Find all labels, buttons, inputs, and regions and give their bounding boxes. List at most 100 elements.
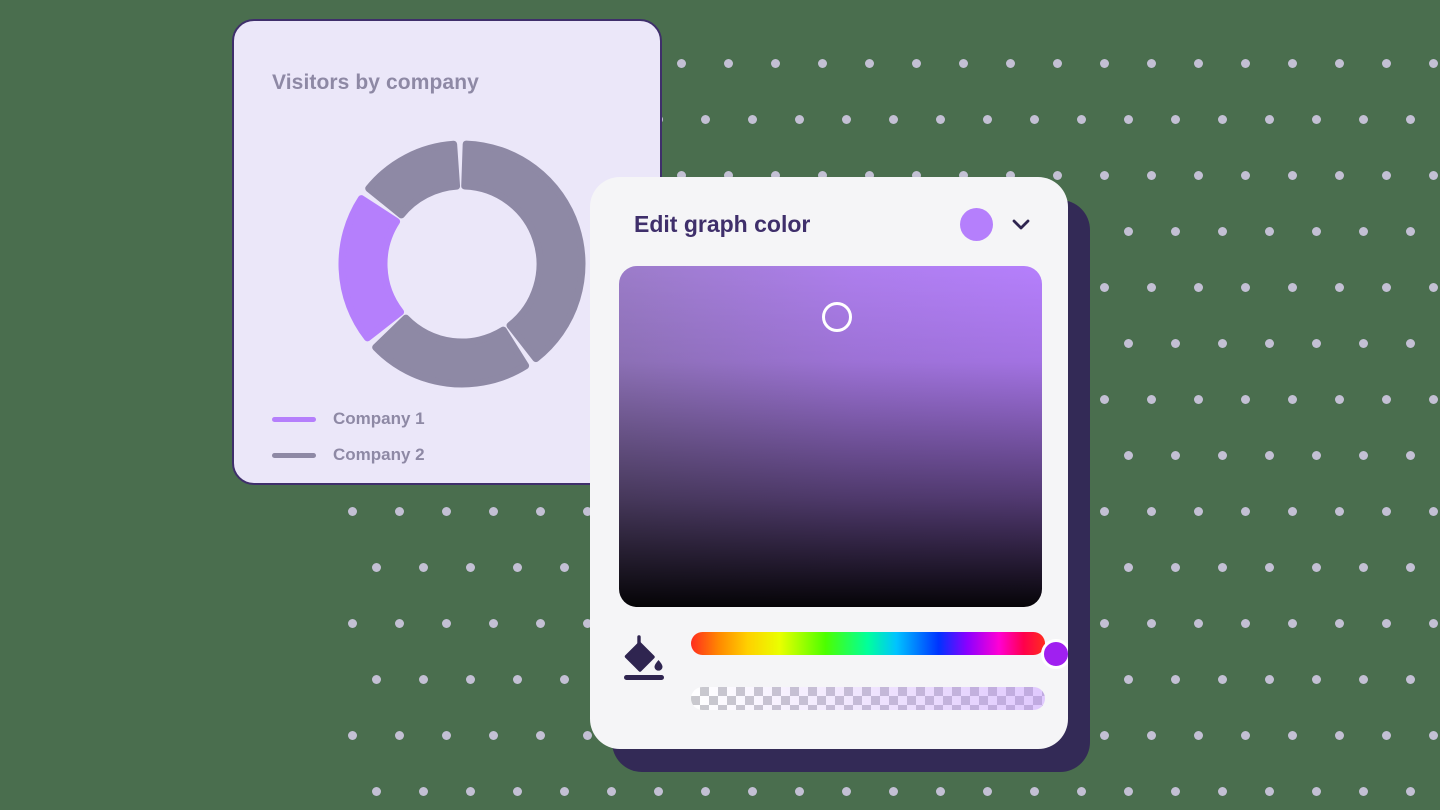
background-dot bbox=[1100, 171, 1109, 180]
background-dot bbox=[1171, 227, 1180, 236]
background-dot bbox=[1124, 787, 1133, 796]
background-dot bbox=[560, 787, 569, 796]
background-dot bbox=[1312, 675, 1321, 684]
background-dot bbox=[489, 731, 498, 740]
background-dot bbox=[442, 731, 451, 740]
background-dot bbox=[1030, 115, 1039, 124]
hue-slider-handle[interactable] bbox=[1041, 639, 1068, 669]
background-dot bbox=[1335, 283, 1344, 292]
paint-bucket-icon[interactable] bbox=[622, 633, 668, 683]
background-dot bbox=[1335, 507, 1344, 516]
background-dot bbox=[842, 115, 851, 124]
background-dot bbox=[1406, 675, 1415, 684]
background-dot bbox=[395, 507, 404, 516]
dot-row bbox=[372, 783, 1440, 796]
background-dot bbox=[1100, 59, 1109, 68]
paint-bucket-glyph bbox=[624, 635, 664, 680]
background-dot bbox=[1218, 451, 1227, 460]
donut-segment[interactable] bbox=[461, 140, 586, 363]
background-dot bbox=[1312, 227, 1321, 236]
background-dot bbox=[1100, 507, 1109, 516]
background-dot bbox=[1147, 395, 1156, 404]
saturation-value-field[interactable] bbox=[619, 266, 1042, 607]
background-dot bbox=[1241, 395, 1250, 404]
background-dot bbox=[1335, 731, 1344, 740]
background-dot bbox=[1100, 731, 1109, 740]
background-dot bbox=[1124, 451, 1133, 460]
background-dot bbox=[1406, 563, 1415, 572]
background-dot bbox=[1335, 171, 1344, 180]
current-color-swatch[interactable] bbox=[960, 207, 993, 241]
dialog-header: Edit graph color bbox=[590, 177, 1068, 271]
background-dot bbox=[677, 59, 686, 68]
background-dot bbox=[1171, 787, 1180, 796]
background-dot bbox=[442, 619, 451, 628]
background-dot bbox=[1359, 115, 1368, 124]
background-dot bbox=[513, 675, 522, 684]
background-dot bbox=[395, 731, 404, 740]
background-dot bbox=[748, 787, 757, 796]
background-dot bbox=[1241, 731, 1250, 740]
slider-section bbox=[590, 621, 1068, 749]
donut-segment[interactable] bbox=[365, 140, 461, 219]
donut-segment[interactable] bbox=[372, 314, 530, 388]
background-dot bbox=[1312, 339, 1321, 348]
background-dot bbox=[1241, 507, 1250, 516]
background-dot bbox=[1265, 675, 1274, 684]
background-dot bbox=[1100, 395, 1109, 404]
background-dot bbox=[1288, 59, 1297, 68]
chevron-down-icon[interactable] bbox=[1008, 211, 1034, 237]
background-dot bbox=[1429, 619, 1438, 628]
background-dot bbox=[983, 787, 992, 796]
background-dot bbox=[607, 787, 616, 796]
background-dot bbox=[1218, 675, 1227, 684]
background-dot bbox=[536, 619, 545, 628]
background-dot bbox=[1218, 115, 1227, 124]
background-dot bbox=[1194, 507, 1203, 516]
background-dot bbox=[1382, 395, 1391, 404]
background-dot bbox=[395, 619, 404, 628]
background-dot bbox=[701, 787, 710, 796]
background-dot bbox=[1147, 731, 1156, 740]
background-dot bbox=[1265, 787, 1274, 796]
background-dot bbox=[442, 507, 451, 516]
background-dot bbox=[1053, 59, 1062, 68]
background-dot bbox=[1429, 731, 1438, 740]
background-dot bbox=[1312, 563, 1321, 572]
background-dot bbox=[1288, 731, 1297, 740]
background-dot bbox=[818, 59, 827, 68]
background-dot bbox=[1312, 115, 1321, 124]
background-dot bbox=[959, 59, 968, 68]
background-dot bbox=[1194, 59, 1203, 68]
donut-chart-svg bbox=[338, 140, 586, 388]
saturation-value-handle[interactable] bbox=[822, 302, 852, 332]
background-dot bbox=[513, 563, 522, 572]
background-dot bbox=[1406, 339, 1415, 348]
background-dot bbox=[1194, 395, 1203, 404]
background-dot bbox=[1406, 451, 1415, 460]
background-dot bbox=[1406, 787, 1415, 796]
background-dot bbox=[1147, 171, 1156, 180]
background-dot bbox=[1335, 619, 1344, 628]
alpha-slider[interactable] bbox=[691, 687, 1045, 710]
background-dot bbox=[1124, 563, 1133, 572]
background-dot bbox=[1147, 619, 1156, 628]
background-dot bbox=[1429, 507, 1438, 516]
background-dot bbox=[1429, 395, 1438, 404]
background-dot bbox=[1288, 395, 1297, 404]
background-dot bbox=[1429, 171, 1438, 180]
background-dot bbox=[724, 59, 733, 68]
background-dot bbox=[1218, 563, 1227, 572]
background-dot bbox=[983, 115, 992, 124]
background-dot bbox=[889, 787, 898, 796]
background-dot bbox=[1100, 283, 1109, 292]
background-dot bbox=[560, 675, 569, 684]
hue-slider[interactable] bbox=[691, 632, 1068, 669]
background-dot bbox=[1194, 171, 1203, 180]
background-dot bbox=[842, 787, 851, 796]
background-dot bbox=[1241, 59, 1250, 68]
background-dot bbox=[1218, 339, 1227, 348]
donut-segment[interactable] bbox=[338, 195, 405, 342]
background-dot bbox=[419, 675, 428, 684]
background-dot bbox=[1171, 339, 1180, 348]
